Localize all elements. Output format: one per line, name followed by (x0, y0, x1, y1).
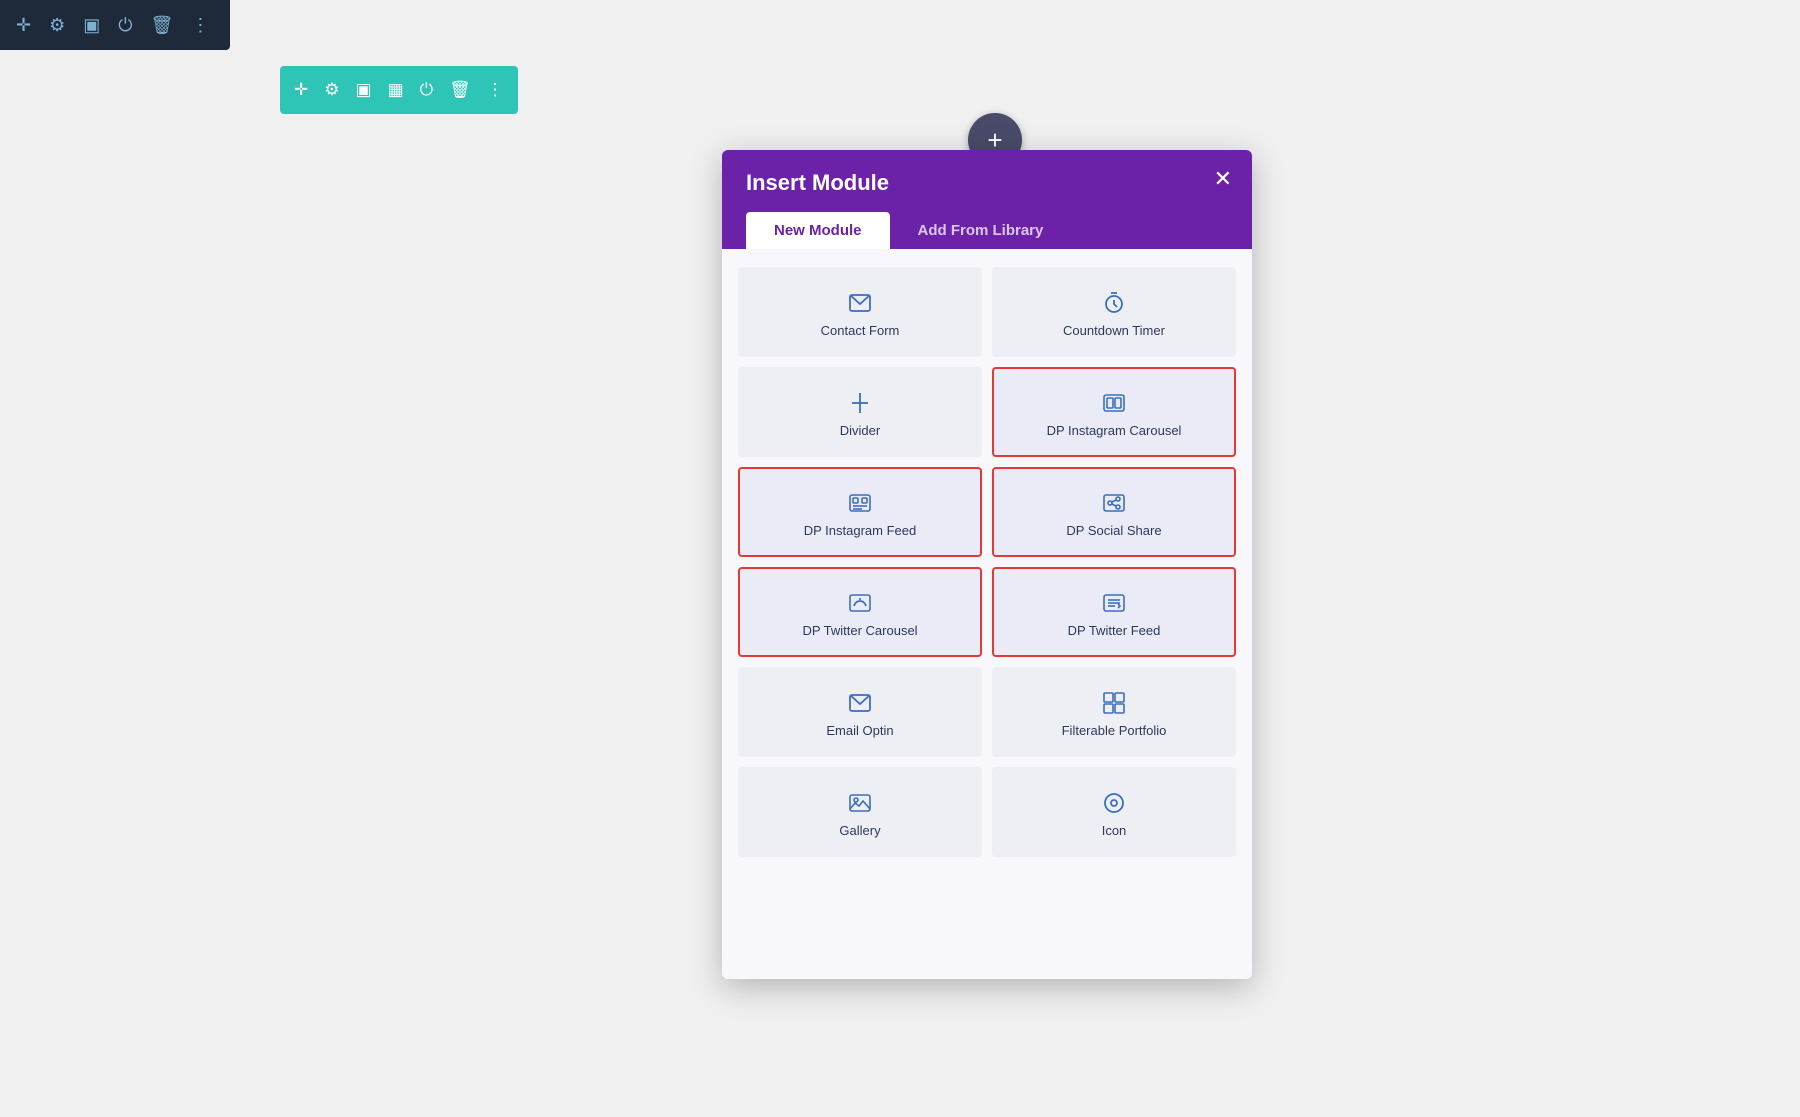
module-label-icon: Icon (1102, 823, 1127, 838)
gallery-icon (848, 791, 872, 815)
instagram-feed-icon (848, 491, 872, 515)
module-label-dp-social-share: DP Social Share (1066, 523, 1161, 538)
settings-icon[interactable]: ⚙ (49, 15, 65, 36)
filterable-portfolio-icon (1102, 691, 1126, 715)
module-label-countdown-timer: Countdown Timer (1063, 323, 1165, 338)
module-label-contact-form: Contact Form (821, 323, 900, 338)
module-item-filterable-portfolio[interactable]: Filterable Portfolio (992, 667, 1236, 757)
module-label-email-optin: Email Optin (826, 723, 893, 738)
twitter-carousel-icon (848, 591, 872, 615)
tab-new-module[interactable]: New Module (746, 212, 890, 249)
module-item-email-optin[interactable]: Email Optin (738, 667, 982, 757)
module-item-dp-instagram-feed[interactable]: DP Instagram Feed (738, 467, 982, 557)
module-label-filterable-portfolio: Filterable Portfolio (1062, 723, 1167, 738)
module-item-contact-form[interactable]: Contact Form (738, 267, 982, 357)
row-duplicate-icon[interactable]: ▣ (356, 80, 372, 100)
social-share-icon (1102, 491, 1126, 515)
modal-close-button[interactable]: ✕ (1214, 168, 1232, 190)
row-columns-icon[interactable]: ▦ (388, 80, 404, 100)
module-item-dp-instagram-carousel[interactable]: DP Instagram Carousel (992, 367, 1236, 457)
envelope-icon (848, 291, 872, 315)
row-toolbar: ✛ ⚙ ▣ ▦ ⏻ 🗑 ⋮ (280, 66, 518, 114)
module-item-dp-twitter-carousel[interactable]: DP Twitter Carousel (738, 567, 982, 657)
row-delete-icon[interactable]: 🗑 (449, 80, 471, 100)
module-label-dp-instagram-feed: DP Instagram Feed (804, 523, 916, 538)
tab-add-from-library[interactable]: Add From Library (890, 212, 1072, 249)
modal-title: Insert Module (746, 170, 1228, 196)
icon-circle-icon (1102, 791, 1126, 815)
twitter-feed-icon (1102, 591, 1126, 615)
module-label-divider: Divider (840, 423, 880, 438)
top-toolbar: ✛ ⚙ ▣ ⏻ 🗑 ⋮ (0, 0, 230, 50)
module-label-dp-twitter-carousel: DP Twitter Carousel (802, 623, 917, 638)
modal-body: Contact Form Countdown Timer Divider (722, 249, 1252, 979)
module-grid: Contact Form Countdown Timer Divider (738, 267, 1236, 857)
module-item-gallery[interactable]: Gallery (738, 767, 982, 857)
row-power-icon[interactable]: ⏻ (420, 80, 433, 100)
module-label-gallery: Gallery (839, 823, 880, 838)
modal-tabs: New Module Add From Library (746, 212, 1228, 249)
more-icon[interactable]: ⋮ (191, 15, 209, 36)
duplicate-icon[interactable]: ▣ (83, 15, 100, 36)
row-move-icon[interactable]: ✛ (294, 80, 308, 100)
module-item-countdown-timer[interactable]: Countdown Timer (992, 267, 1236, 357)
module-item-icon[interactable]: Icon (992, 767, 1236, 857)
module-label-dp-instagram-carousel: DP Instagram Carousel (1047, 423, 1182, 438)
instagram-carousel-icon (1102, 391, 1126, 415)
email-optin-icon (848, 691, 872, 715)
module-item-dp-twitter-feed[interactable]: DP Twitter Feed (992, 567, 1236, 657)
divider-icon (848, 391, 872, 415)
modal-header: Insert Module ✕ New Module Add From Libr… (722, 150, 1252, 249)
delete-icon[interactable]: 🗑 (151, 15, 174, 36)
module-label-dp-twitter-feed: DP Twitter Feed (1068, 623, 1161, 638)
module-item-divider[interactable]: Divider (738, 367, 982, 457)
power-icon[interactable]: ⏻ (118, 15, 132, 36)
module-item-dp-social-share[interactable]: DP Social Share (992, 467, 1236, 557)
clock-icon (1102, 291, 1126, 315)
row-settings-icon[interactable]: ⚙ (324, 80, 339, 100)
row-more-icon[interactable]: ⋮ (487, 80, 504, 100)
move-icon[interactable]: ✛ (16, 15, 31, 36)
insert-module-modal: Insert Module ✕ New Module Add From Libr… (722, 150, 1252, 979)
